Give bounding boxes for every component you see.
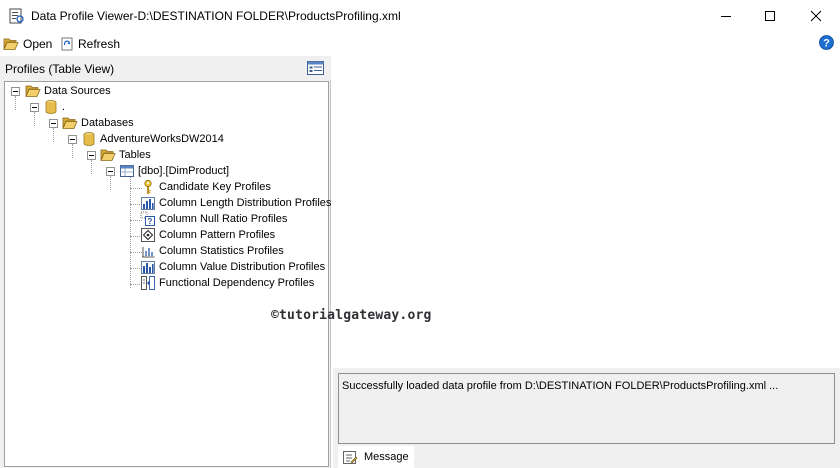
refresh-icon <box>61 37 73 50</box>
database-server-icon <box>45 100 57 114</box>
tree-node-functional-dependency-profiles[interactable]: Functional Dependency Profiles <box>140 275 314 291</box>
profile-label: Column Null Ratio Profiles <box>159 213 288 225</box>
tree-node-table[interactable]: [dbo].[DimProduct] <box>119 163 229 179</box>
collapse-tables-button[interactable] <box>87 151 96 160</box>
statistics-icon <box>142 247 155 258</box>
profile-label: Column Length Distribution Profiles <box>159 197 332 209</box>
pattern-icon <box>141 228 155 242</box>
profiles-panel: Profiles (Table View) Data Sources . Dat… <box>0 56 331 468</box>
profile-label: Column Value Distribution Profiles <box>159 261 326 273</box>
open-label: Open <box>23 36 53 51</box>
tree-label-table: [dbo].[DimProduct] <box>138 165 230 177</box>
tree-line <box>15 96 16 110</box>
open-button[interactable]: Open <box>3 35 52 52</box>
svg-text:?: ? <box>148 217 153 226</box>
bar-chart-icon <box>141 197 155 210</box>
folder-open-icon <box>62 117 78 129</box>
minimize-button[interactable] <box>703 0 749 31</box>
profiles-panel-header: Profiles (Table View) <box>0 56 331 80</box>
tree-line <box>91 160 92 174</box>
tree-node-tables[interactable]: Tables <box>100 147 151 163</box>
profiles-panel-title: Profiles (Table View) <box>5 62 115 76</box>
help-icon[interactable]: ? <box>819 35 834 50</box>
database-icon <box>83 132 95 146</box>
window-title: Data Profile Viewer-D:\DESTINATION FOLDE… <box>31 9 401 23</box>
bar-chart-icon <box>141 261 155 274</box>
tree-label-server: . <box>62 101 66 113</box>
svg-text:?: ? <box>823 38 830 50</box>
tree-node-column-pattern-profiles[interactable]: Column Pattern Profiles <box>140 227 275 243</box>
tree-node-column-null-ratio-profiles[interactable]: ? Column Null Ratio Profiles <box>140 211 287 227</box>
maximize-button[interactable] <box>747 0 793 31</box>
table-icon <box>120 165 134 177</box>
toolbar: Open Refresh <box>0 31 840 56</box>
tree-line <box>130 176 131 288</box>
app-icon <box>9 8 24 24</box>
collapse-database-button[interactable] <box>68 135 77 144</box>
table-view-toggle-icon[interactable] <box>307 61 324 75</box>
dependency-icon <box>141 276 155 290</box>
tree-label-data-sources: Data Sources <box>44 85 111 97</box>
tree-node-databases[interactable]: Databases <box>62 115 134 131</box>
profile-label: Column Pattern Profiles <box>159 229 276 241</box>
close-icon <box>810 10 822 21</box>
tree-line <box>72 144 73 158</box>
message-tab-label: Message <box>364 451 409 463</box>
profiles-tree[interactable]: Data Sources . Databases AdventureWorksD… <box>4 81 331 467</box>
watermark: ©tutorialgateway.org <box>271 308 432 323</box>
tree-node-column-value-distribution-profiles[interactable]: Column Value Distribution Profiles <box>140 259 325 275</box>
tree-label-database: AdventureWorksDW2014 <box>100 133 224 145</box>
folder-open-icon <box>25 85 41 97</box>
collapse-data-sources-button[interactable] <box>11 87 20 96</box>
refresh-label: Refresh <box>78 36 121 51</box>
tree-node-column-statistics-profiles[interactable]: Column Statistics Profiles <box>140 243 284 259</box>
collapse-databases-button[interactable] <box>49 119 58 128</box>
collapse-server-button[interactable] <box>30 103 39 112</box>
tree-node-database[interactable]: AdventureWorksDW2014 <box>81 131 224 147</box>
profile-label: Column Statistics Profiles <box>159 245 284 257</box>
message-tab[interactable]: Message <box>338 446 414 468</box>
tree-line <box>34 112 35 126</box>
tree-line <box>53 128 54 142</box>
tree-label-databases: Databases <box>81 117 134 129</box>
key-icon <box>144 179 152 194</box>
message-text: Successfully loaded data profile from D:… <box>342 380 779 392</box>
null-ratio-icon: ? <box>140 211 155 226</box>
minimize-icon <box>721 15 731 17</box>
refresh-button[interactable]: Refresh <box>61 35 120 52</box>
message-box: Successfully loaded data profile from D:… <box>338 373 835 444</box>
collapse-table-button[interactable] <box>106 167 115 176</box>
tree-node-column-length-distribution-profiles[interactable]: Column Length Distribution Profiles <box>140 195 331 211</box>
tree-line <box>110 176 111 190</box>
tree-node-server[interactable]: . <box>43 99 65 115</box>
folder-open-icon <box>3 38 19 50</box>
profile-label: Candidate Key Profiles <box>159 181 271 193</box>
title-bar: Data Profile Viewer-D:\DESTINATION FOLDE… <box>0 0 840 31</box>
message-panel: Successfully loaded data profile from D:… <box>333 368 840 468</box>
tree-node-candidate-key-profiles[interactable]: Candidate Key Profiles <box>140 179 271 195</box>
folder-open-icon <box>100 149 116 161</box>
message-icon <box>343 450 358 464</box>
close-button[interactable] <box>793 0 839 31</box>
maximize-icon <box>765 10 775 21</box>
tree-label-tables: Tables <box>119 149 151 161</box>
tree-node-data-sources[interactable]: Data Sources <box>25 83 111 99</box>
profile-label: Functional Dependency Profiles <box>159 277 315 289</box>
